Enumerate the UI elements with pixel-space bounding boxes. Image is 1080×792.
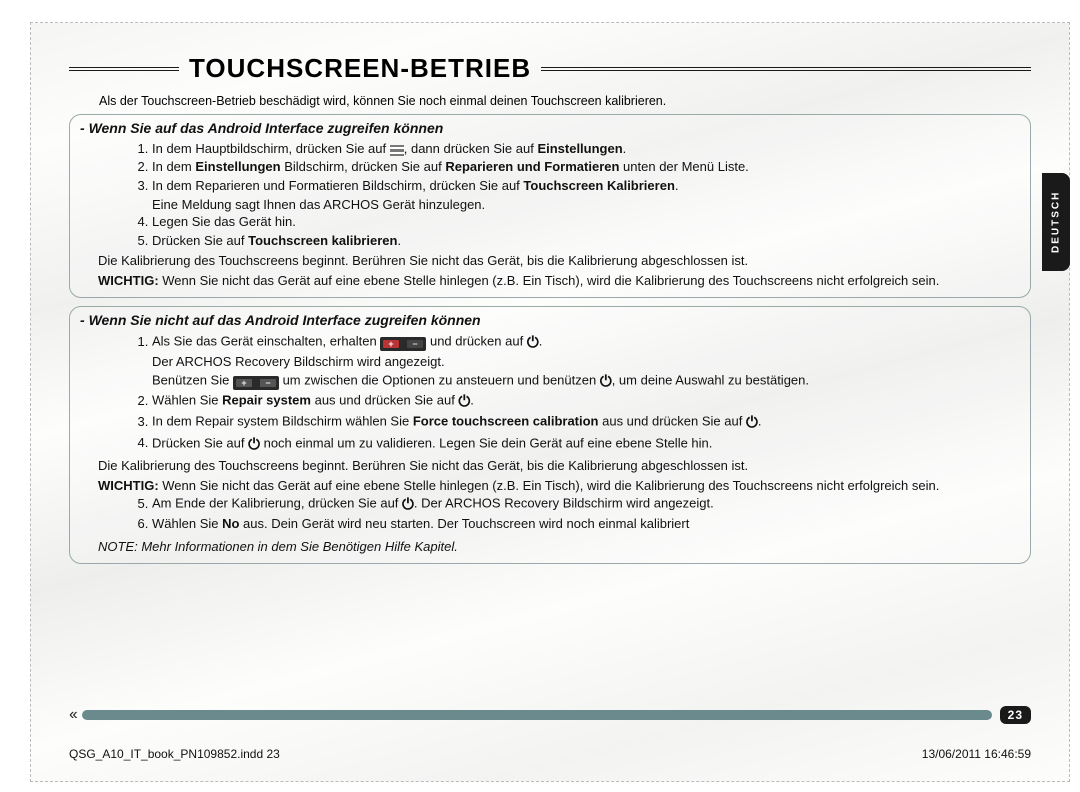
title-rule-left bbox=[69, 67, 179, 71]
page-title: TOUCHSCREEN-BETRIEB bbox=[179, 53, 541, 84]
title-rule-right bbox=[541, 67, 1031, 71]
s2-para1: Die Kalibrierung des Touchscreens beginn… bbox=[98, 457, 1020, 475]
s2-step1-sub-a: Der ARCHOS Recovery Bildschirm wird ange… bbox=[152, 353, 1020, 371]
volume-rocker-icon: +− bbox=[380, 337, 426, 351]
s2-step6: Wählen Sie No aus. Dein Gerät wird neu s… bbox=[152, 515, 1020, 534]
s2-para2: WICHTIG: Wenn Sie nicht das Gerät auf ei… bbox=[98, 477, 1020, 495]
section1-heading: - Wenn Sie auf das Android Interface zug… bbox=[80, 119, 1020, 138]
s2-step3: In dem Repair system Bildschirm wählen S… bbox=[152, 412, 1020, 433]
s1-step2: In dem Einstellungen Bildschirm, drücken… bbox=[152, 158, 1020, 177]
s2-step1: Als Sie das Gerät einschalten, erhalten … bbox=[152, 332, 1020, 353]
print-footer: QSG_A10_IT_book_PN109852.indd 23 13/06/2… bbox=[69, 747, 1031, 761]
power-icon: ⏻ bbox=[248, 435, 260, 455]
heading-text: Wenn Sie nicht auf das Android Interface… bbox=[89, 312, 481, 328]
section2-heading: - Wenn Sie nicht auf das Android Interfa… bbox=[80, 311, 1020, 330]
s1-step4: Legen Sie das Gerät hin. bbox=[152, 213, 1020, 232]
s1-step1: In dem Hauptbildschirm, drücken Sie auf … bbox=[152, 140, 1020, 159]
menu-icon bbox=[390, 145, 404, 156]
s1-para2: WICHTIG: Wenn Sie nicht das Gerät auf ei… bbox=[98, 272, 1020, 290]
s1-para1: Die Kalibrierung des Touchscreens beginn… bbox=[98, 252, 1020, 270]
s2-step2: Wählen Sie Repair system aus und drücken… bbox=[152, 391, 1020, 412]
section2-steps: Als Sie das Gerät einschalten, erhalten … bbox=[152, 332, 1020, 353]
s1-step5: Drücken Sie auf Touchscreen kalibrieren. bbox=[152, 232, 1020, 251]
section-cannot-access: - Wenn Sie nicht auf das Android Interfa… bbox=[69, 306, 1031, 564]
power-icon: ⏻ bbox=[746, 413, 758, 433]
language-tab: DEUTSCH bbox=[1042, 173, 1070, 271]
power-icon: ⏻ bbox=[402, 495, 414, 515]
volume-rocker-icon: +− bbox=[233, 376, 279, 390]
title-banner: TOUCHSCREEN-BETRIEB bbox=[69, 53, 1031, 84]
section2-steps-c: Am Ende der Kalibrierung, drücken Sie au… bbox=[152, 494, 1020, 534]
s2-step1-sub-b: Benützen Sie +− um zwischen die Optionen… bbox=[152, 371, 1020, 391]
section-can-access: - Wenn Sie auf das Android Interface zug… bbox=[69, 114, 1031, 298]
footer-bar: ‹‹ 23 bbox=[69, 705, 1031, 725]
svg-text:+: + bbox=[389, 339, 394, 349]
section1-steps: In dem Hauptbildschirm, drücken Sie auf … bbox=[152, 140, 1020, 196]
page-number: 23 bbox=[1000, 706, 1031, 724]
section2-note: NOTE: Mehr Informationen in dem Sie Benö… bbox=[98, 538, 1020, 556]
power-icon: ⏻ bbox=[527, 333, 539, 353]
section2-steps-b: Wählen Sie Repair system aus und drücken… bbox=[152, 391, 1020, 455]
heading-text: Wenn Sie auf das Android Interface zugre… bbox=[89, 120, 444, 136]
svg-text:−: − bbox=[413, 339, 418, 349]
print-file: QSG_A10_IT_book_PN109852.indd 23 bbox=[69, 747, 280, 761]
section1-steps-b: Legen Sie das Gerät hin. Drücken Sie auf… bbox=[152, 213, 1020, 250]
intro-text: Als der Touchscreen-Betrieb beschädigt w… bbox=[99, 94, 1031, 108]
heading-dash: - bbox=[80, 120, 89, 136]
svg-text:−: − bbox=[265, 378, 270, 388]
s2-step4: Drücken Sie auf ⏻ noch einmal um zu vali… bbox=[152, 434, 1020, 455]
s1-step3-sub: Eine Meldung sagt Ihnen das ARCHOS Gerät… bbox=[152, 196, 1020, 214]
heading-dash: - bbox=[80, 312, 89, 328]
footer-deco-icon: ‹‹ bbox=[69, 706, 76, 724]
s2-step5: Am Ende der Kalibrierung, drücken Sie au… bbox=[152, 494, 1020, 515]
s1-step3: In dem Reparieren und Formatieren Bildsc… bbox=[152, 177, 1020, 196]
footer-line bbox=[82, 710, 992, 720]
power-icon: ⏻ bbox=[600, 372, 612, 392]
power-icon: ⏻ bbox=[458, 392, 470, 412]
print-timestamp: 13/06/2011 16:46:59 bbox=[922, 747, 1031, 761]
svg-text:+: + bbox=[241, 378, 246, 388]
